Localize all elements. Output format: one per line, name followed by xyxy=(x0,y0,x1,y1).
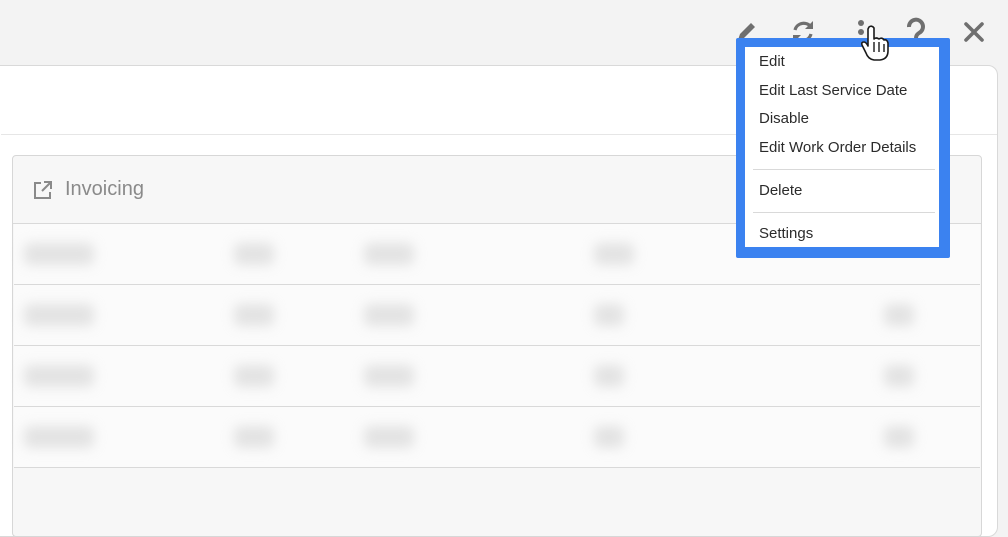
table-row xyxy=(14,285,980,346)
more-options-menu: Edit Edit Last Service Date Disable Edit… xyxy=(745,47,939,247)
menu-item-edit[interactable]: Edit xyxy=(759,53,785,70)
blurred-cell xyxy=(594,365,624,387)
menu-item-edit-last-service-date[interactable]: Edit Last Service Date xyxy=(759,82,907,99)
table-row xyxy=(14,346,980,407)
card-title: Invoicing xyxy=(65,178,144,200)
blurred-cell xyxy=(234,365,274,387)
blurred-cell xyxy=(234,426,274,448)
menu-item-settings[interactable]: Settings xyxy=(759,225,813,242)
blurred-cell xyxy=(884,304,914,326)
blurred-cell xyxy=(24,304,94,326)
blurred-cell xyxy=(884,426,914,448)
menu-item-disable[interactable]: Disable xyxy=(759,110,809,127)
close-button[interactable] xyxy=(956,14,992,50)
menu-divider xyxy=(753,212,935,213)
blurred-cell xyxy=(234,304,274,326)
blurred-cell xyxy=(364,243,414,265)
close-icon xyxy=(962,20,986,44)
invoice-table xyxy=(14,224,980,468)
table-row xyxy=(14,407,980,468)
blurred-cell xyxy=(594,304,624,326)
external-link-icon[interactable] xyxy=(33,180,53,205)
menu-item-delete[interactable]: Delete xyxy=(759,182,802,199)
blurred-cell xyxy=(234,243,274,265)
blurred-cell xyxy=(884,365,914,387)
blurred-cell xyxy=(594,426,624,448)
menu-item-edit-work-order-details[interactable]: Edit Work Order Details xyxy=(759,139,916,156)
blurred-cell xyxy=(364,365,414,387)
blurred-cell xyxy=(24,365,94,387)
blurred-cell xyxy=(24,243,94,265)
blurred-cell xyxy=(364,426,414,448)
blurred-cell xyxy=(364,304,414,326)
blurred-cell xyxy=(24,426,94,448)
blurred-cell xyxy=(594,243,634,265)
menu-divider xyxy=(753,169,935,170)
